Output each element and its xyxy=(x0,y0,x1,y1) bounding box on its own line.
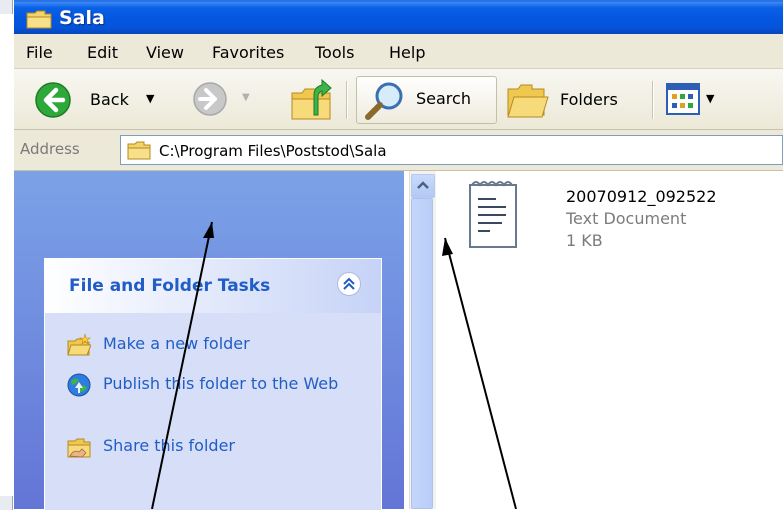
share-folder-icon xyxy=(67,438,91,458)
address-path: C:\Program Files\Poststod\Sala xyxy=(159,142,387,160)
background-window-stub xyxy=(0,0,13,14)
address-input[interactable]: C:\Program Files\Poststod\Sala xyxy=(120,135,783,165)
menu-bar: File Edit View Favorites Tools Help xyxy=(14,34,783,69)
scroll-thumb[interactable] xyxy=(411,198,433,509)
folders-button[interactable]: Folders xyxy=(506,77,636,121)
views-dropdown-arrow-icon[interactable]: ▼ xyxy=(706,92,714,105)
vertical-scrollbar[interactable] xyxy=(409,171,436,509)
file-type: Text Document xyxy=(566,209,687,228)
back-arrow-icon xyxy=(35,82,71,118)
toolbar-separator xyxy=(346,81,348,119)
search-icon xyxy=(365,82,403,120)
views-icon xyxy=(666,83,700,115)
file-list: 20070912_092522 Text Document 1 KB xyxy=(436,171,783,509)
views-button[interactable]: ▼ xyxy=(666,77,726,121)
publish-web-icon xyxy=(67,373,91,397)
task-label: Publish this folder to the Web xyxy=(103,374,339,393)
address-label: Address xyxy=(20,140,80,158)
chevron-up-icon xyxy=(343,277,355,290)
file-name: 20070912_092522 xyxy=(566,187,717,206)
chevron-up-icon xyxy=(417,181,429,189)
forward-arrow-icon xyxy=(193,82,227,116)
menu-help[interactable]: Help xyxy=(389,43,425,62)
tasks-title: File and Folder Tasks xyxy=(69,276,271,296)
address-bar: Address C:\Program Files\Poststod\Sala xyxy=(14,130,783,171)
forward-button[interactable]: ▼ xyxy=(192,77,262,121)
folder-icon xyxy=(127,141,151,160)
scroll-up-button[interactable] xyxy=(411,174,435,198)
dropdown-arrow-icon[interactable]: ▼ xyxy=(146,92,154,105)
file-folder-tasks-panel: File and Folder Tasks Make a new folder xyxy=(44,258,382,510)
task-pane: File and Folder Tasks Make a new folder xyxy=(14,171,404,510)
tasks-header[interactable]: File and Folder Tasks xyxy=(45,259,381,313)
task-label: Make a new folder xyxy=(103,334,250,353)
folders-icon xyxy=(507,84,549,118)
file-size: 1 KB xyxy=(566,231,603,250)
window-title: Sala xyxy=(59,7,105,29)
menu-favorites[interactable]: Favorites xyxy=(212,43,284,62)
folders-label: Folders xyxy=(560,90,618,109)
folder-up-icon[interactable] xyxy=(290,79,334,121)
back-label: Back xyxy=(90,90,129,109)
toolbar-separator xyxy=(652,81,654,119)
background-window-stub xyxy=(0,496,13,510)
search-label: Search xyxy=(416,89,471,108)
menu-view[interactable]: View xyxy=(146,43,184,62)
menu-file[interactable]: File xyxy=(26,43,53,62)
menu-tools[interactable]: Tools xyxy=(315,43,354,62)
new-folder-icon xyxy=(67,333,91,356)
back-button[interactable]: Back ▼ xyxy=(34,77,154,121)
collapse-button[interactable] xyxy=(337,272,361,296)
menu-edit[interactable]: Edit xyxy=(87,43,118,62)
search-button[interactable]: Search xyxy=(356,76,497,124)
folder-icon xyxy=(26,10,52,29)
explorer-window: Sala File Edit View Favorites Tools Help… xyxy=(14,0,783,510)
background-window-edge xyxy=(0,0,15,510)
forward-dropdown-arrow-icon: ▼ xyxy=(242,92,250,103)
task-label: Share this folder xyxy=(103,436,235,455)
text-document-icon xyxy=(469,181,517,248)
toolbar: Back ▼ ▼ Search Folders ▼ xyxy=(14,69,783,130)
title-bar[interactable]: Sala xyxy=(14,0,783,34)
